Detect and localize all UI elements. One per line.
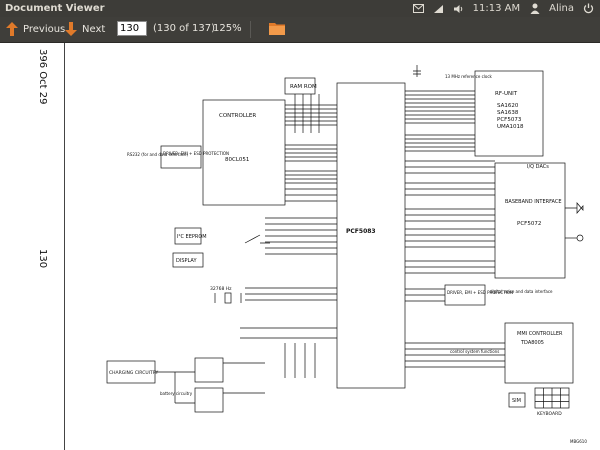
window-title: Document Viewer (5, 3, 105, 14)
main-chip-block (336, 82, 406, 389)
rf-part-4: UMA1018 (497, 124, 524, 130)
io-dacs-label: I/Q DACs (527, 164, 549, 170)
regulator-1 (194, 357, 224, 383)
rs232-label: RS232 (for and data interface) (127, 152, 188, 157)
regulator-2 (194, 387, 224, 413)
sim-label: SIM (512, 398, 521, 404)
page-count-label: (130 of 137) (153, 23, 215, 34)
rf-part-1: SA1620 (497, 103, 519, 109)
volume-icon[interactable] (453, 3, 464, 14)
mmi-part-label: TDA8005 (520, 340, 544, 346)
digital-voice-label: digital voice and data interface (490, 289, 553, 294)
driver-block-2 (444, 284, 486, 306)
power-icon[interactable] (583, 3, 594, 14)
previous-button[interactable]: Previous (6, 20, 65, 38)
ram-rom-label: RAM ROM (290, 84, 317, 90)
mmi-label: MMI CONTROLLER (517, 331, 563, 337)
user-icon[interactable] (529, 3, 540, 14)
toolbar: Previous Next 130 (130 of 137) 125% (0, 17, 600, 43)
page-margin-strip: 396 Oct 29 130 (0, 43, 65, 450)
zoom-selector[interactable]: 125% (213, 23, 242, 34)
next-label: Next (82, 23, 106, 35)
clock-label[interactable]: 11:13 AM (473, 3, 520, 14)
baseband-label: BASEBAND INTERFACE (505, 199, 562, 205)
rf-part-2: SA1638 (497, 110, 519, 116)
rf-part-3: PCF5073 (497, 117, 522, 123)
driver-block-1 (160, 145, 202, 169)
figure-id-label: MBG610 (570, 439, 587, 444)
page-number-input[interactable]: 130 (117, 21, 147, 36)
zoom-dropdown-divider (250, 21, 251, 38)
display-label: DISPLAY (176, 258, 197, 264)
ref-13mhz-label: 13 MHz reference clock (445, 74, 493, 79)
eeprom-label: I²C EEPROM (177, 234, 207, 240)
arrow-down-icon (65, 22, 77, 36)
user-name[interactable]: Alina (549, 3, 574, 14)
controller-part-label: 80CL051 (225, 157, 249, 163)
keyboard-label: KEYBOARD (537, 411, 562, 417)
arrow-up-icon (6, 22, 18, 36)
charging-label: CHARGING CIRCUITRY (109, 370, 159, 376)
ref-32khz-label: 32768 Hz (210, 286, 232, 292)
battery-label: battery circuitry (160, 391, 193, 396)
main-chip-label: PCF5083 (346, 228, 376, 235)
margin-date: 396 Oct 29 (37, 49, 48, 105)
top-panel: Document Viewer 11:13 AM Alina (0, 0, 600, 17)
circuit-schematic: RAM ROM CONTROLLER 80CL051 PCF5083 RF-UN… (106, 65, 587, 444)
rf-unit-label: RF-UNIT (495, 91, 518, 97)
network-icon[interactable] (433, 3, 444, 14)
control-functions-label: control system functions (450, 349, 499, 354)
previous-label: Previous (23, 23, 66, 35)
document-page[interactable]: 396 Oct 29 130 RAM ROM CONTROLLER 80CL05… (0, 43, 600, 450)
system-tray: 11:13 AM Alina (412, 2, 594, 15)
baseband-part-label: PCF5072 (517, 221, 541, 227)
controller-label: CONTROLLER (219, 113, 256, 119)
next-button[interactable]: Next (65, 20, 105, 38)
margin-page-number: 130 (37, 249, 48, 269)
open-folder-icon[interactable] (269, 21, 285, 35)
mail-icon[interactable] (412, 3, 424, 14)
